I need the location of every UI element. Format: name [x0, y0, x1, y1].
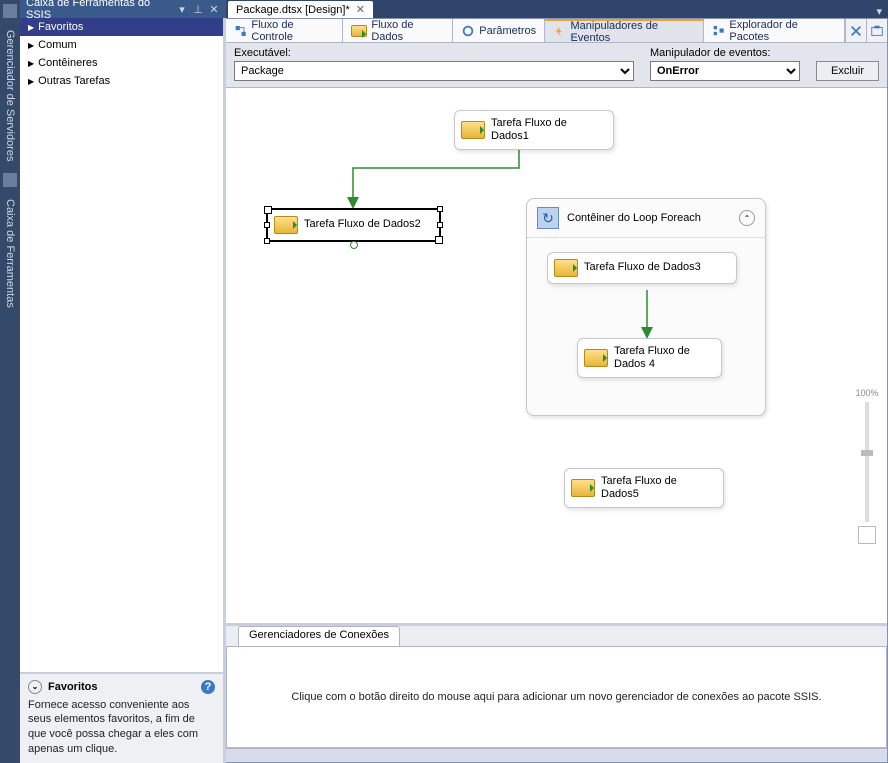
ssis-toolbox-button[interactable]: [866, 19, 887, 42]
data-flow-task-icon: [571, 479, 595, 497]
event-handler-selector-bar: Executável: Package Manipulador de event…: [226, 43, 887, 88]
zoom-slider[interactable]: [865, 402, 869, 522]
tab-control-flow[interactable]: Fluxo de Controle: [226, 19, 343, 42]
design-canvas[interactable]: Tarefa Fluxo de Dados1 Tarefa Fluxo de D…: [226, 88, 887, 623]
toolbox-pin-icon[interactable]: ⊥: [192, 3, 204, 15]
toolbox-help-body: Fornece acesso conveniente aos seus elem…: [28, 698, 215, 757]
tab-parameters[interactable]: Parâmetros: [453, 19, 545, 42]
event-handlers-icon: [553, 25, 566, 39]
help-icon[interactable]: ?: [201, 680, 215, 694]
document-tab-strip: Package.dtsx [Design]* ✕ ▾: [226, 0, 888, 18]
container-collapse-icon[interactable]: ⌃: [739, 210, 755, 226]
executable-select[interactable]: Package: [234, 61, 634, 81]
task-dataflow-4[interactable]: Tarefa Fluxo de Dados 4: [577, 338, 722, 378]
data-flow-icon: [351, 25, 367, 37]
status-bar: [226, 748, 887, 762]
document-tab-close-icon[interactable]: ✕: [356, 3, 365, 16]
control-flow-icon: [234, 24, 247, 38]
task-dataflow-3[interactable]: Tarefa Fluxo de Dados3: [547, 252, 737, 284]
data-flow-task-icon: [584, 349, 608, 367]
connection-managers-tab[interactable]: Gerenciadores de Conexões: [238, 626, 400, 646]
toolbox-item-outras[interactable]: ▶Outras Tarefas: [20, 72, 223, 90]
task-dataflow-5[interactable]: Tarefa Fluxo de Dados5: [564, 468, 724, 508]
server-explorer-icon: [3, 4, 17, 18]
tab-event-handlers[interactable]: Manipuladores de Eventos: [545, 19, 704, 42]
data-flow-task-icon: [274, 216, 298, 234]
executable-label: Executável:: [234, 47, 634, 59]
toolbox-close-icon[interactable]: ✕: [208, 3, 220, 15]
toolbox-help-collapse-icon[interactable]: ⌄: [28, 680, 42, 694]
document-tab-label: Package.dtsx [Design]*: [236, 4, 350, 16]
variables-button[interactable]: [845, 19, 866, 42]
document-tab[interactable]: Package.dtsx [Design]* ✕: [228, 1, 373, 18]
toolbox-item-comum[interactable]: ▶Comum: [20, 36, 223, 54]
toolbox-help-title: Favoritos: [48, 681, 98, 693]
task-dataflow-1[interactable]: Tarefa Fluxo de Dados1: [454, 110, 614, 150]
toolbox-dropdown-icon[interactable]: ▾: [176, 3, 188, 15]
package-explorer-icon: [712, 24, 725, 38]
designer-panel: Fluxo de Controle Fluxo de Dados Parâmet…: [226, 18, 888, 763]
toolbox-item-favoritos[interactable]: ▶Favoritos: [20, 18, 223, 36]
toolbox-title-bar: Caixa de Ferramentas do SSIS ▾ ⊥ ✕: [20, 0, 226, 18]
tab-data-flow[interactable]: Fluxo de Dados: [343, 19, 453, 42]
toolbox-item-conteineres[interactable]: ▶Contêineres: [20, 54, 223, 72]
collapsed-side-strip: Gerenciador de Servidores Caixa de Ferra…: [0, 0, 20, 763]
data-flow-task-icon: [554, 259, 578, 277]
handler-select[interactable]: OnError: [650, 61, 800, 81]
connection-managers-panel: Gerenciadores de Conexões Clique com o b…: [226, 623, 887, 748]
zoom-fit-button[interactable]: [858, 526, 876, 544]
server-explorer-tab[interactable]: Gerenciador de Servidores: [2, 24, 18, 167]
delete-button[interactable]: Excluir: [816, 61, 879, 81]
toolbox-collapsed-tab[interactable]: Caixa de Ferramentas: [2, 193, 18, 314]
foreach-loop-container[interactable]: Contêiner do Loop Foreach ⌃ Tarefa Fluxo…: [526, 198, 766, 416]
toolbox-list: ▶Favoritos ▶Comum ▶Contêineres ▶Outras T…: [20, 18, 223, 672]
variables-icon: [849, 24, 863, 38]
document-tab-list-button[interactable]: ▾: [870, 5, 888, 18]
connection-managers-hint: Clique com o botão direito do mouse aqui…: [291, 691, 821, 703]
toolbox-help-panel: ⌄ Favoritos ? Fornece acesso conveniente…: [20, 672, 223, 763]
handler-label: Manipulador de eventos:: [650, 47, 800, 59]
connector-handle[interactable]: [350, 241, 358, 249]
parameters-icon: [461, 24, 475, 38]
designer-tab-strip: Fluxo de Controle Fluxo de Dados Parâmet…: [226, 19, 887, 43]
task-dataflow-2[interactable]: Tarefa Fluxo de Dados2: [266, 208, 441, 242]
toolbox-panel: ▶Favoritos ▶Comum ▶Contêineres ▶Outras T…: [20, 18, 226, 763]
foreach-loop-icon: [537, 207, 559, 229]
zoom-control: 100%: [853, 388, 881, 544]
toolbox-collapsed-icon: [3, 173, 17, 187]
data-flow-task-icon: [461, 121, 485, 139]
ssis-toolbox-icon: [870, 24, 884, 38]
zoom-percent: 100%: [855, 388, 878, 398]
tab-package-explorer[interactable]: Explorador de Pacotes: [704, 19, 845, 42]
connection-managers-body[interactable]: Clique com o botão direito do mouse aqui…: [226, 646, 887, 748]
